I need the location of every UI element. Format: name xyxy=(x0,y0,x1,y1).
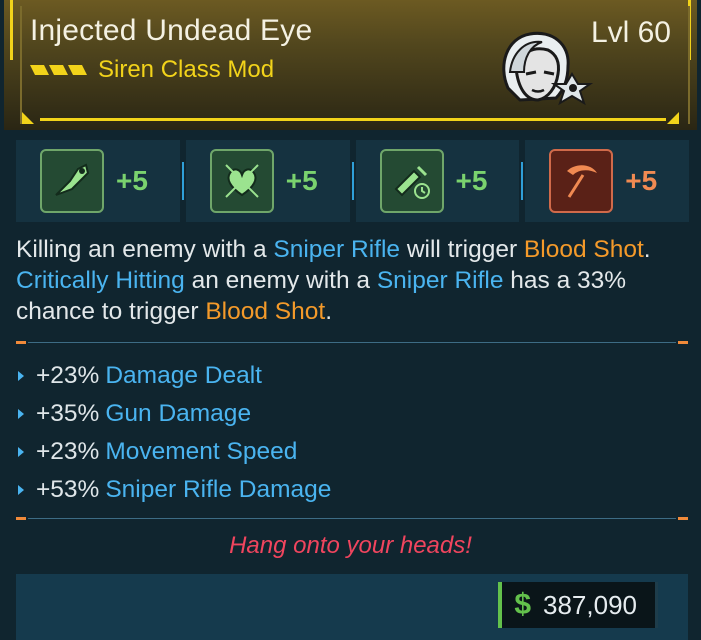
skill-bonus-4[interactable]: +5 xyxy=(525,140,689,222)
stat-amount: +23% xyxy=(36,362,100,389)
keyword-blood-shot: Blood Shot xyxy=(523,236,644,263)
stat-name: Gun Damage xyxy=(105,400,252,427)
skill-separator xyxy=(181,162,184,200)
stat-row: +35% Gun Damage xyxy=(16,395,676,433)
description-text: . xyxy=(325,298,332,325)
item-description: Killing an enemy with a Sniper Rifle wil… xyxy=(16,234,692,327)
flavor-text: Hang onto your heads! xyxy=(229,532,472,559)
skill-separator xyxy=(521,162,524,200)
header-edge-left xyxy=(10,0,13,60)
stat-list: +23% Damage Dealt +35% Gun Damage +23% M… xyxy=(16,357,676,509)
bullet-icon xyxy=(18,447,24,457)
stat-row: +23% Damage Dealt xyxy=(16,357,676,395)
description-text: an enemy with a xyxy=(184,267,377,294)
rarity-accent-line xyxy=(40,118,666,121)
description-text: . xyxy=(643,236,651,263)
stat-row: +23% Movement Speed xyxy=(16,433,676,471)
stat-name: Sniper Rifle Damage xyxy=(105,476,332,503)
class-mod-type: Siren Class Mod xyxy=(98,56,275,83)
item-name: Injected Undead Eye xyxy=(30,14,313,47)
item-footer: $ 387,090 xyxy=(16,574,688,640)
keyword-blood-shot: Blood Shot xyxy=(205,298,326,325)
bullet-icon xyxy=(18,485,24,495)
skill-bonus-1[interactable]: +5 xyxy=(16,140,184,222)
item-price: $ 387,090 xyxy=(498,582,658,628)
skill-separator xyxy=(351,162,354,200)
skill-bonus-value: +5 xyxy=(116,165,148,196)
money-icon: $ xyxy=(514,588,532,621)
header-corner-left xyxy=(22,112,34,124)
skill-bonus-value: +5 xyxy=(455,165,488,196)
stat-name: Damage Dealt xyxy=(105,362,262,389)
class-row: Siren Class Mod xyxy=(30,56,274,84)
heart-skill-icon xyxy=(209,149,274,213)
section-divider xyxy=(16,336,688,350)
description-text: Killing an enemy with a xyxy=(16,236,274,263)
description-text: will trigger xyxy=(400,236,524,263)
skill-bonus-value: +5 xyxy=(625,165,658,196)
stat-amount: +35% xyxy=(36,400,100,427)
item-header: Injected Undead Eye Lvl 60 Siren Class M… xyxy=(4,0,697,130)
section-divider xyxy=(16,512,688,526)
header-corner-right xyxy=(667,112,679,124)
scythe-skill-icon xyxy=(549,149,614,213)
stat-amount: +23% xyxy=(36,438,100,465)
bullet-icon xyxy=(18,371,24,381)
syringe-timer-skill-icon xyxy=(379,149,444,213)
keyword-critically-hitting: Critically Hitting xyxy=(16,267,185,294)
siren-portrait-icon xyxy=(502,31,594,106)
price-value: 387,090 xyxy=(543,589,637,620)
stat-row: +53% Sniper Rifle Damage xyxy=(16,471,676,509)
skill-bonus-value: +5 xyxy=(285,165,318,196)
item-card: Injected Undead Eye Lvl 60 Siren Class M… xyxy=(0,0,701,640)
rarity-chevrons-icon xyxy=(30,65,87,75)
sniper-rifle-skill-icon xyxy=(40,149,104,213)
skill-bonus-3[interactable]: +5 xyxy=(355,140,524,222)
item-level: Lvl 60 xyxy=(590,16,671,49)
keyword-sniper-rifle: Sniper Rifle xyxy=(273,236,401,263)
stat-amount: +53% xyxy=(36,476,100,503)
bullet-icon xyxy=(18,409,24,419)
skill-bonus-2[interactable]: +5 xyxy=(185,140,354,222)
keyword-sniper-rifle: Sniper Rifle xyxy=(376,267,504,294)
skill-bonuses: +5 +5 +5 +5 xyxy=(16,140,689,222)
stat-name: Movement Speed xyxy=(105,438,298,465)
